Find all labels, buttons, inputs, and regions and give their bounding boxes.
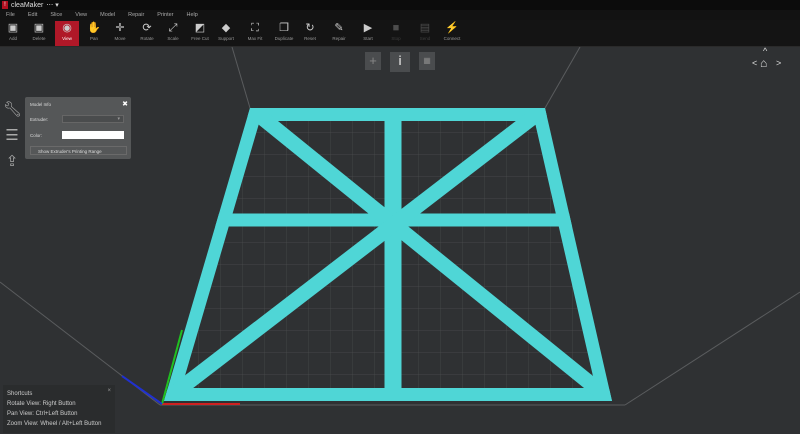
button-label: Free Cut — [191, 36, 209, 41]
add-button[interactable]: ▣ Add — [1, 21, 25, 46]
button-label: Repair — [332, 36, 346, 41]
button-label: Connect — [443, 36, 461, 41]
button-label: Add — [8, 36, 17, 41]
connect-icon: ⚡ — [445, 22, 459, 34]
max-fit-button[interactable]: ⛶ Max Fit — [243, 21, 267, 46]
reset-button[interactable]: ↻ Reset — [298, 21, 322, 46]
menu-printer[interactable]: Printer — [157, 12, 173, 18]
menu-model[interactable]: Model — [100, 12, 115, 18]
button-label: View — [62, 36, 72, 41]
app-title: cleaMaker — [11, 1, 44, 9]
menu-file[interactable]: File — [6, 12, 15, 18]
button-label: Reset — [304, 36, 316, 41]
delete-button[interactable]: ▣ Delete — [27, 21, 51, 46]
button-label: Scale — [167, 36, 179, 41]
view-navigator[interactable]: ^ < ⌂ > — [750, 46, 785, 76]
duplicate-button[interactable]: ❐ Duplicate — [272, 21, 296, 46]
shortcut-rotate: Rotate View: Right Button — [7, 401, 76, 407]
button-label: Support — [218, 36, 234, 41]
support-icon: ◆ — [221, 22, 231, 34]
panel-title: Model Info — [30, 102, 52, 107]
z-axis — [121, 375, 163, 405]
button-label: Delete — [32, 36, 46, 41]
free-cut-button[interactable]: ◩ Free Cut — [188, 21, 212, 46]
start-button[interactable]: ▶ Start — [356, 21, 380, 46]
hand-icon: ✋ — [87, 22, 101, 34]
move-button[interactable]: ✛ Move — [108, 21, 132, 46]
app-logo-icon: ! — [2, 1, 8, 9]
wrench-icon: ✎ — [334, 22, 344, 34]
nav-left-icon[interactable]: < — [752, 58, 757, 68]
title-menu[interactable]: ⋯ ▾ — [46, 1, 58, 9]
connect-button[interactable]: ⚡ Connect — [440, 21, 464, 46]
menu-bar: File Edit Slice View Model Repair Printer Help — [0, 10, 800, 20]
add-model-icon: ▣ — [7, 22, 19, 34]
pan-button[interactable]: ✋ Pan — [82, 21, 106, 46]
delete-icon: ▣ — [33, 22, 45, 34]
menu-slice[interactable]: Slice — [50, 12, 62, 18]
title-bar: ! cleaMaker ⋯ ▾ — [0, 0, 800, 10]
duplicate-icon: ❐ — [279, 22, 289, 34]
button-label: Max Fit — [247, 36, 263, 41]
support-button[interactable]: ◆ Support — [214, 21, 238, 46]
menu-repair[interactable]: Repair — [128, 12, 144, 18]
wrench-icon[interactable]: 🔧︎ — [3, 100, 22, 118]
button-label: Send — [419, 36, 431, 41]
play-icon: ▶ — [363, 22, 373, 34]
send-icon: ▤ — [419, 22, 431, 34]
nav-up-icon[interactable]: ^ — [763, 46, 767, 56]
button-label: Duplicate — [274, 36, 294, 41]
scale-icon: ⤢ — [168, 22, 178, 34]
menu-help[interactable]: Help — [187, 12, 198, 18]
model-info-panel: Model Info ✖ Extruder: ▾ Color: Show Ext… — [25, 97, 131, 159]
shortcuts-title: Shortcuts — [7, 391, 33, 397]
button-label: Move — [114, 36, 126, 41]
nav-right-icon[interactable]: > — [776, 58, 781, 68]
eye-icon: ◉ — [62, 22, 72, 34]
shortcut-zoom: Zoom View: Wheel / Alt+Left Button — [7, 421, 102, 427]
button-label: Start — [363, 36, 373, 41]
extruder-label: Extruder: — [30, 117, 49, 122]
repair-button[interactable]: ✎ Repair — [327, 21, 351, 46]
info-view-button[interactable]: i — [390, 52, 410, 72]
reset-icon: ↻ — [305, 22, 315, 34]
layout-view-button[interactable]: ▦ — [419, 52, 435, 70]
menu-edit[interactable]: Edit — [28, 12, 37, 18]
toolbar: ▣ Add ▣ Delete ◉ View ✋ Pan ✛ Move ⟳ Rotate ⤢ Scale ◩ F… — [0, 20, 800, 47]
button-label: Pan — [89, 36, 98, 41]
show-range-checkbox[interactable]: Show Extruder's Printing Range — [30, 146, 127, 155]
rotate-icon: ⟳ — [142, 22, 152, 34]
list-icon[interactable]: ☰ — [3, 126, 21, 144]
stop-button[interactable]: ■ Stop — [384, 21, 408, 46]
button-label: Stop — [391, 36, 401, 41]
shortcut-pan: Pan View: Ctrl+Left Button — [7, 411, 78, 417]
extruder-select[interactable]: ▾ — [62, 115, 124, 123]
max-fit-icon: ⛶ — [251, 22, 259, 34]
export-icon[interactable]: ⇪ — [3, 152, 21, 170]
home-icon[interactable]: ⌂ — [760, 56, 767, 70]
rotate-button[interactable]: ⟳ Rotate — [135, 21, 159, 46]
cut-icon: ◩ — [194, 22, 206, 34]
add-view-button[interactable]: + — [365, 52, 381, 70]
close-icon[interactable]: × — [107, 388, 111, 394]
close-icon[interactable]: ✖ — [122, 100, 128, 108]
scale-button[interactable]: ⤢ Scale — [161, 21, 185, 46]
stop-icon: ■ — [392, 22, 400, 34]
move-icon: ✛ — [115, 22, 125, 34]
view-button[interactable]: ◉ View — [55, 21, 79, 46]
button-label: Rotate — [140, 36, 154, 41]
color-label: Color: — [30, 133, 43, 138]
shortcuts-panel: × Shortcuts Rotate View: Right Button Pa… — [3, 385, 115, 433]
color-swatch[interactable] — [62, 131, 124, 139]
send-button[interactable]: ▤ Send — [413, 21, 437, 46]
menu-view[interactable]: View — [75, 12, 87, 18]
